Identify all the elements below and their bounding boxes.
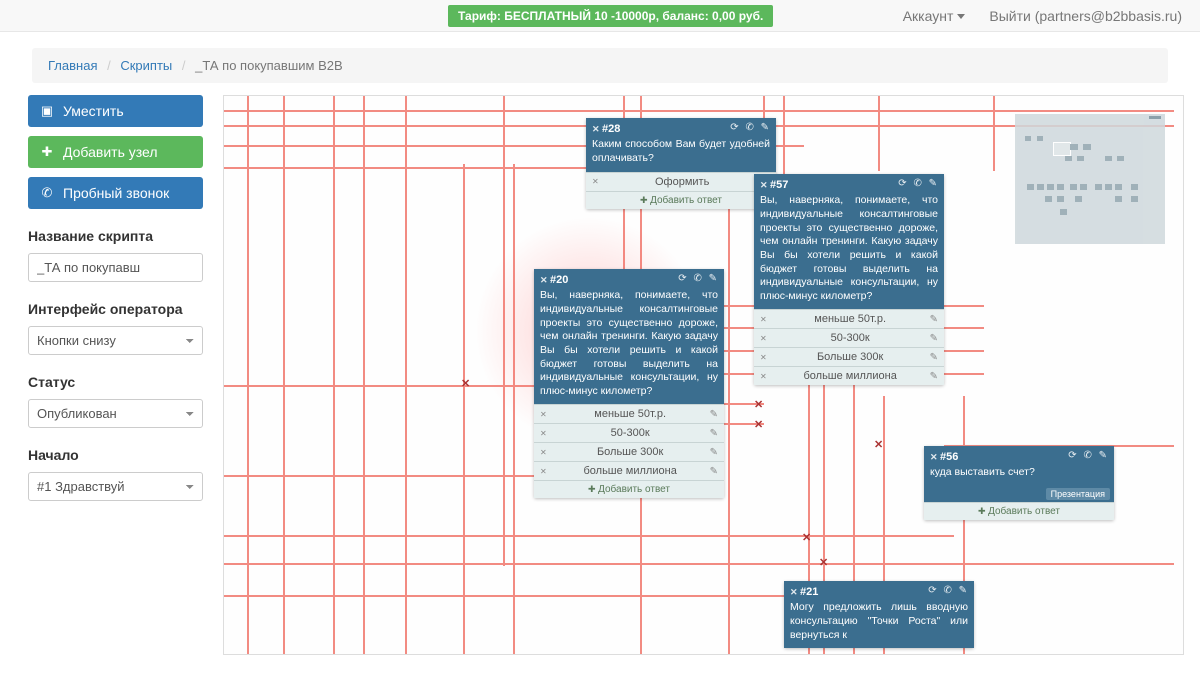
- breadcrumb-scripts[interactable]: Скрипты: [120, 58, 172, 73]
- node-57[interactable]: #57 ⟳ ✆ ✎ Вы, наверняка, понимаете, что …: [754, 174, 944, 385]
- edit-icon[interactable]: ✎: [930, 314, 938, 325]
- test-call-button[interactable]: ✆Пробный звонок: [28, 177, 203, 209]
- node-toolbar-icons[interactable]: ⟳ ✆ ✎: [730, 121, 771, 134]
- node-text: куда выставить счет?: [930, 466, 1108, 480]
- tariff-badge: Тариф: БЕСПЛАТНЫЙ 10 -10000р, баланс: 0,…: [448, 5, 773, 27]
- node-toolbar-icons[interactable]: ⟳ ✆ ✎: [928, 584, 969, 597]
- logout-link[interactable]: Выйти (partners@b2bbasis.ru): [989, 8, 1182, 24]
- add-answer[interactable]: Добавить ответ: [534, 480, 724, 498]
- top-bar: Тариф: БЕСПЛАТНЫЙ 10 -10000р, баланс: 0,…: [0, 0, 1200, 32]
- node-answer[interactable]: Больше 300к✎: [754, 347, 944, 366]
- edit-icon[interactable]: ✎: [710, 447, 718, 458]
- script-name-input[interactable]: [28, 253, 203, 282]
- plus-icon: ✚: [40, 145, 54, 159]
- account-menu[interactable]: Аккаунт: [903, 8, 966, 24]
- breadcrumb: Главная / Скрипты / _ТА по покупавшим B2…: [32, 48, 1168, 83]
- script-name-label: Название скрипта: [28, 228, 203, 244]
- status-label: Статус: [28, 374, 203, 390]
- node-badge: Презентация: [1046, 488, 1110, 500]
- node-answer[interactable]: меньше 50т.р.✎: [754, 309, 944, 328]
- add-answer[interactable]: Добавить ответ: [924, 502, 1114, 520]
- add-node-button[interactable]: ✚Добавить узел: [28, 136, 203, 168]
- edit-icon[interactable]: ✎: [930, 371, 938, 382]
- node-answer[interactable]: 50-300к✎: [754, 328, 944, 347]
- minimap[interactable]: [1015, 114, 1165, 244]
- edit-icon[interactable]: ✎: [710, 428, 718, 439]
- start-select[interactable]: #1 Здравствуй: [28, 472, 203, 501]
- sidebar: ▣Уместить ✚Добавить узел ✆Пробный звонок…: [28, 95, 203, 655]
- node-answer[interactable]: Оформить✎: [586, 172, 776, 191]
- status-select[interactable]: Опубликован: [28, 399, 203, 428]
- node-28[interactable]: #28 ⟳ ✆ ✎ Каким способом Вам будет удобн…: [586, 118, 776, 209]
- node-text: Могу предложить лишь вводную консультаци…: [790, 601, 968, 642]
- node-answer[interactable]: 50-300к✎: [534, 423, 724, 442]
- minimap-viewport[interactable]: [1053, 142, 1071, 156]
- fit-button[interactable]: ▣Уместить: [28, 95, 203, 127]
- edit-icon[interactable]: ✎: [710, 466, 718, 477]
- operator-iface-label: Интерфейс оператора: [28, 301, 203, 317]
- node-answer[interactable]: больше миллиона✎: [754, 366, 944, 385]
- node-toolbar-icons[interactable]: ⟳ ✆ ✎: [898, 177, 939, 190]
- fit-icon: ▣: [40, 104, 54, 118]
- node-21[interactable]: #21 ⟳ ✆ ✎ Могу предложить лишь вводную к…: [784, 581, 974, 648]
- node-answer[interactable]: меньше 50т.р.✎: [534, 404, 724, 423]
- operator-iface-select[interactable]: Кнопки снизу: [28, 326, 203, 355]
- add-answer[interactable]: Добавить ответ: [586, 191, 776, 209]
- minimap-collapse-icon[interactable]: [1149, 116, 1161, 119]
- node-toolbar-icons[interactable]: ⟳ ✆ ✎: [678, 272, 719, 285]
- edit-icon[interactable]: ✎: [930, 352, 938, 363]
- edit-icon[interactable]: ✎: [710, 409, 718, 420]
- phone-icon: ✆: [40, 186, 54, 200]
- node-text: Вы, наверняка, понимаете, что индивидуал…: [760, 194, 938, 303]
- node-text: Каким способом Вам будет удобней оплачив…: [592, 138, 770, 165]
- start-label: Начало: [28, 447, 203, 463]
- node-answer[interactable]: больше миллиона✎: [534, 461, 724, 480]
- node-toolbar-icons[interactable]: ⟳ ✆ ✎: [1068, 449, 1109, 462]
- flow-canvas[interactable]: ✕✕ ✕✕ ✕✕ #28 ⟳ ✆ ✎ Каким способом Вам бу…: [223, 95, 1184, 655]
- breadcrumb-home[interactable]: Главная: [48, 58, 97, 73]
- chevron-down-icon: [957, 14, 965, 19]
- node-text: Вы, наверняка, понимаете, что индивидуал…: [540, 289, 718, 398]
- edit-icon[interactable]: ✎: [930, 333, 938, 344]
- breadcrumb-current: _ТА по покупавшим B2B: [195, 58, 343, 73]
- node-answer[interactable]: Больше 300к✎: [534, 442, 724, 461]
- node-20[interactable]: #20 ⟳ ✆ ✎ Вы, наверняка, понимаете, что …: [534, 269, 724, 498]
- node-56[interactable]: #56 ⟳ ✆ ✎ куда выставить счет? Презентац…: [924, 446, 1114, 520]
